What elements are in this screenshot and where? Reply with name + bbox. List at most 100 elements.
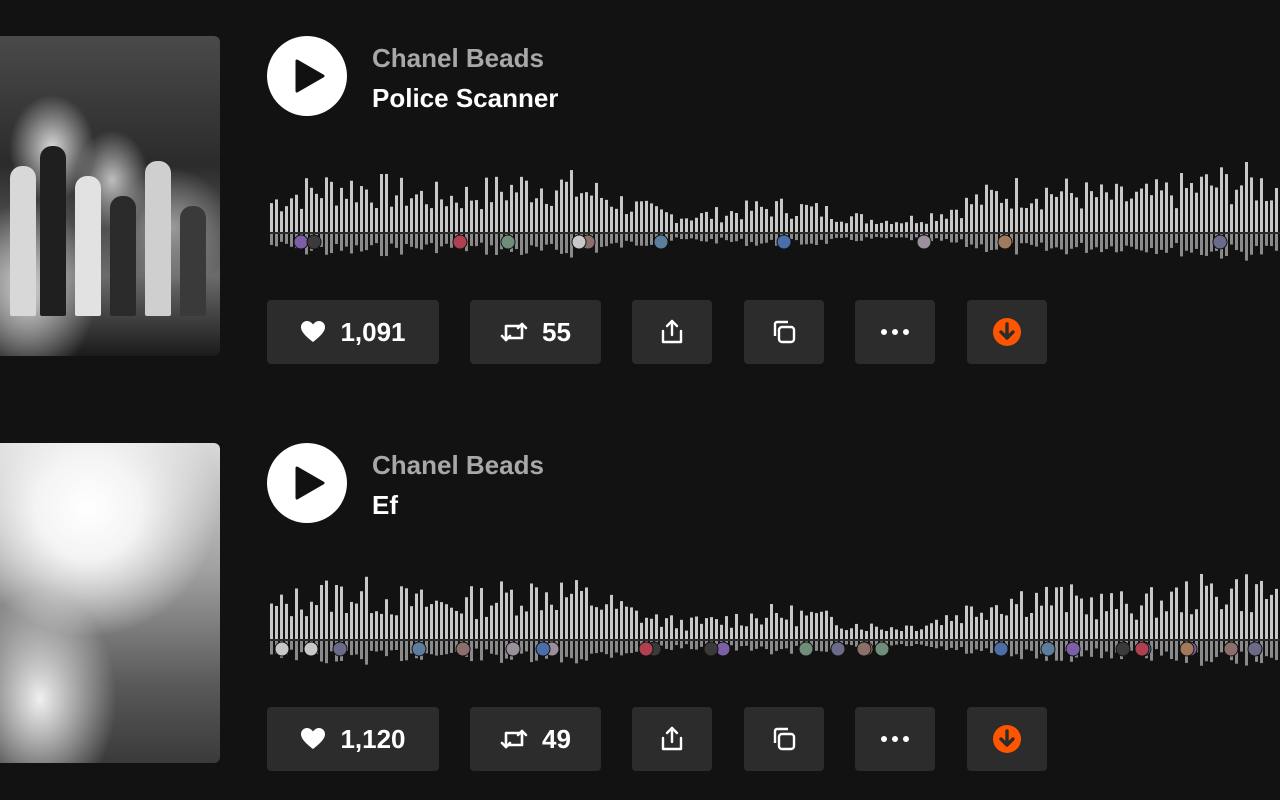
track-artwork[interactable] bbox=[0, 443, 220, 763]
waveform-bar-reflection bbox=[935, 641, 938, 649]
waveform-bar-reflection bbox=[835, 234, 838, 238]
waveform-bar bbox=[1025, 616, 1028, 639]
comment-avatar[interactable] bbox=[1134, 641, 1150, 657]
comment-avatar[interactable] bbox=[776, 234, 792, 250]
waveform[interactable] bbox=[270, 148, 1280, 278]
share-button[interactable] bbox=[632, 707, 712, 771]
waveform-bar bbox=[580, 193, 583, 232]
copy-link-button[interactable] bbox=[744, 300, 824, 364]
waveform-bar-reflection bbox=[890, 234, 893, 238]
comment-avatar[interactable] bbox=[274, 641, 290, 657]
waveform-bar-reflection bbox=[290, 234, 293, 247]
comment-avatar[interactable] bbox=[916, 234, 932, 250]
waveform-bar-reflection bbox=[620, 641, 623, 656]
waveform-bar bbox=[1085, 614, 1088, 639]
comment-avatar[interactable] bbox=[1065, 641, 1081, 657]
download-button[interactable] bbox=[967, 707, 1047, 771]
waveform-bar bbox=[1225, 174, 1228, 232]
comment-avatar[interactable] bbox=[1212, 234, 1228, 250]
waveform-bar bbox=[840, 628, 843, 639]
waveform-bar bbox=[505, 200, 508, 232]
waveform-bar-reflection bbox=[1120, 234, 1123, 252]
track-artist-link[interactable]: Chanel Beads bbox=[372, 43, 544, 74]
play-button[interactable] bbox=[267, 443, 347, 523]
comment-avatar[interactable] bbox=[997, 234, 1013, 250]
waveform-bar bbox=[1045, 187, 1048, 232]
waveform-bar bbox=[930, 213, 933, 232]
more-options-button[interactable] bbox=[855, 707, 935, 771]
comment-avatar[interactable] bbox=[1115, 641, 1131, 657]
copy-link-button[interactable] bbox=[744, 707, 824, 771]
comment-avatar[interactable] bbox=[874, 641, 890, 657]
comment-avatar[interactable] bbox=[653, 234, 669, 250]
waveform-bar bbox=[280, 594, 283, 639]
like-button[interactable]: 1,091 bbox=[267, 300, 439, 364]
waveform-bar-reflection bbox=[475, 234, 478, 247]
waveform-bar-reflection bbox=[870, 234, 873, 239]
more-options-button[interactable] bbox=[855, 300, 935, 364]
waveform[interactable] bbox=[270, 555, 1280, 685]
waveform-bar-reflection bbox=[1270, 234, 1273, 247]
waveform-bar bbox=[1100, 184, 1103, 232]
comment-avatar[interactable] bbox=[452, 234, 468, 250]
download-button[interactable] bbox=[967, 300, 1047, 364]
waveform-bar-reflection bbox=[1105, 234, 1108, 250]
comment-avatar[interactable] bbox=[993, 641, 1009, 657]
waveform-bar bbox=[480, 209, 483, 232]
waveform-bar-reflection bbox=[665, 641, 668, 649]
comment-avatar[interactable] bbox=[535, 641, 551, 657]
repost-button[interactable]: 55 bbox=[470, 300, 601, 364]
track-artwork[interactable] bbox=[0, 36, 220, 356]
waveform-bar bbox=[715, 207, 718, 232]
track-artist-link[interactable]: Chanel Beads bbox=[372, 450, 544, 481]
comment-avatar[interactable] bbox=[500, 234, 516, 250]
comment-avatar[interactable] bbox=[332, 641, 348, 657]
waveform-bar-reflection bbox=[625, 234, 628, 241]
waveform-bar bbox=[340, 187, 343, 232]
comment-avatar[interactable] bbox=[293, 234, 309, 250]
waveform-bar-reflection bbox=[920, 641, 923, 645]
waveform-bar-reflection bbox=[555, 234, 558, 250]
waveform-bar bbox=[965, 197, 968, 232]
comment-avatar[interactable] bbox=[1247, 641, 1263, 657]
comment-avatar[interactable] bbox=[1040, 641, 1056, 657]
comment-avatar[interactable] bbox=[505, 641, 521, 657]
comment-avatar[interactable] bbox=[703, 641, 719, 657]
waveform-bar bbox=[515, 192, 518, 232]
comment-avatar[interactable] bbox=[411, 641, 427, 657]
comment-avatar[interactable] bbox=[306, 234, 322, 250]
comment-avatar[interactable] bbox=[830, 641, 846, 657]
comment-avatar[interactable] bbox=[1179, 641, 1195, 657]
waveform-bar bbox=[615, 608, 618, 639]
comment-avatar[interactable] bbox=[798, 641, 814, 657]
waveform-bar-reflection bbox=[740, 641, 743, 647]
waveform-bar-reflection bbox=[940, 234, 943, 241]
waveform-bar bbox=[780, 198, 783, 232]
like-button[interactable]: 1,120 bbox=[267, 707, 439, 771]
waveform-bar bbox=[400, 586, 403, 639]
comment-avatar[interactable] bbox=[303, 641, 319, 657]
play-button[interactable] bbox=[267, 36, 347, 116]
waveform-bar bbox=[1240, 611, 1243, 639]
waveform-bar bbox=[285, 603, 288, 639]
track-title-link[interactable]: Police Scanner bbox=[372, 83, 558, 114]
waveform-bar bbox=[1055, 587, 1058, 639]
comment-avatar[interactable] bbox=[1223, 641, 1239, 657]
waveform-bar-reflection bbox=[1270, 641, 1273, 658]
comment-avatar[interactable] bbox=[455, 641, 471, 657]
repost-button[interactable]: 49 bbox=[470, 707, 601, 771]
waveform-bar-reflection bbox=[750, 641, 753, 651]
share-button[interactable] bbox=[632, 300, 712, 364]
waveform-bar bbox=[815, 613, 818, 639]
waveform-bar-reflection bbox=[785, 641, 788, 649]
comment-avatar[interactable] bbox=[638, 641, 654, 657]
comment-avatar[interactable] bbox=[571, 234, 587, 250]
waveform-bar-reflection bbox=[1160, 641, 1163, 656]
waveform-bar-reflection bbox=[1055, 641, 1058, 661]
comment-avatar[interactable] bbox=[856, 641, 872, 657]
track-title-link[interactable]: Ef bbox=[372, 490, 398, 521]
waveform-bar bbox=[320, 198, 323, 232]
waveform-bar bbox=[645, 617, 648, 639]
waveform-bar bbox=[1250, 612, 1253, 639]
waveform-bar bbox=[980, 204, 983, 232]
